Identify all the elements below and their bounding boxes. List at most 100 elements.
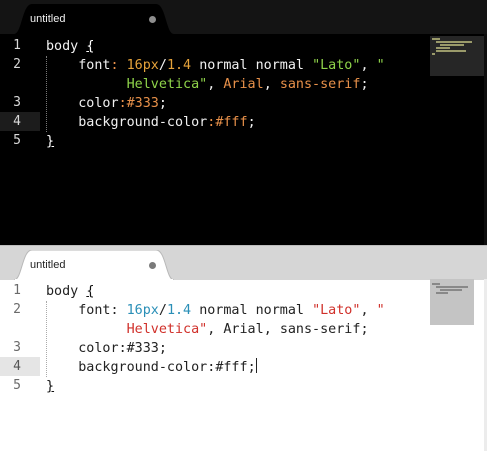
line-number: 1 xyxy=(13,283,21,298)
property-token: background-color xyxy=(78,115,208,130)
font-name-token: Arial xyxy=(223,322,264,337)
tab-untitled[interactable]: untitled xyxy=(14,250,174,280)
line-gutter: 1 2 3 4 5 xyxy=(0,279,40,451)
colon-token: : xyxy=(118,341,127,356)
hex-value-token: #fff xyxy=(215,115,248,130)
selector-token: body xyxy=(46,284,79,299)
comma-token: , xyxy=(263,77,272,92)
semicolon-token: ; xyxy=(158,341,167,356)
close-brace-token: } xyxy=(46,379,55,394)
comma-token: , xyxy=(263,322,272,337)
string-token: " xyxy=(376,58,385,73)
minimap-line xyxy=(436,41,472,43)
code-line-5: } xyxy=(46,377,54,396)
code-line-1: body { xyxy=(46,37,94,56)
string-token: Helvetica" xyxy=(126,322,208,337)
number-token: 1.4 xyxy=(166,303,192,318)
property-token: background-color xyxy=(78,360,208,375)
number-token: 16px xyxy=(126,58,159,73)
property-token: font xyxy=(78,303,111,318)
string-token: "Lato" xyxy=(312,303,361,318)
code-line-2-wrap: Helvetica", Arial, sans-serif; xyxy=(46,320,369,339)
slash-token: / xyxy=(158,58,167,73)
font-name-token: sans-serif xyxy=(279,77,361,92)
line-number: 4 xyxy=(13,114,21,129)
number-token: 16px xyxy=(126,303,159,318)
comma-token: , xyxy=(360,58,369,73)
unsaved-dot-icon[interactable] xyxy=(149,262,156,269)
open-brace-token: { xyxy=(86,39,95,54)
minimap-line xyxy=(440,44,464,46)
hex-value-token: #333 xyxy=(126,96,159,111)
editor-pane-dark: untitled 1 2 3 4 5 body { font: 16px/1.4… xyxy=(0,0,487,245)
tab-untitled[interactable]: untitled xyxy=(14,4,174,34)
string-token: " xyxy=(376,303,385,318)
text-caret xyxy=(255,358,257,373)
tab-bar: untitled xyxy=(0,0,487,34)
semicolon-token: ; xyxy=(158,96,167,111)
unsaved-dot-icon[interactable] xyxy=(149,16,156,23)
tab-label: untitled xyxy=(30,259,66,271)
minimap[interactable] xyxy=(430,279,484,451)
comma-token: , xyxy=(207,77,216,92)
line-number: 4 xyxy=(13,359,21,374)
number-token: 1.4 xyxy=(166,58,192,73)
line-number: 1 xyxy=(13,38,21,53)
close-brace-token: } xyxy=(46,134,55,149)
code-line-2-wrap: Helvetica", Arial, sans-serif; xyxy=(46,75,369,94)
font-name-token: sans-serif xyxy=(279,322,361,337)
code-line-4: background-color:#fff; xyxy=(46,358,257,377)
semicolon-token: ; xyxy=(247,115,256,130)
code-line-2: font: 16px/1.4 normal normal "Lato", " xyxy=(46,301,385,320)
minimap-line xyxy=(436,47,450,49)
keyword-token: normal xyxy=(255,58,304,73)
code-line-3: color:#333; xyxy=(46,339,167,358)
hex-value-token: #333 xyxy=(126,341,159,356)
code-line-1: body { xyxy=(46,282,94,301)
property-token: font xyxy=(78,58,111,73)
line-number: 5 xyxy=(13,133,21,148)
comma-token: , xyxy=(360,303,369,318)
minimap-line xyxy=(436,286,468,288)
code-editor[interactable]: 1 2 3 4 5 body { font: 16px/1.4 normal n… xyxy=(0,279,430,451)
string-token: Helvetica" xyxy=(126,77,208,92)
editor-pane-light: untitled 1 2 3 4 5 body { font: 16px/1.4… xyxy=(0,245,487,451)
code-line-4: background-color:#fff; xyxy=(46,113,256,132)
semicolon-token: ; xyxy=(247,360,256,375)
code-line-3: color:#333; xyxy=(46,94,167,113)
minimap-line xyxy=(432,283,440,285)
line-number: 5 xyxy=(13,378,21,393)
minimap-line xyxy=(436,50,466,52)
colon-token: : xyxy=(110,303,119,318)
colon-token: : xyxy=(110,58,119,73)
hex-value-token: #fff xyxy=(215,360,248,375)
minimap[interactable] xyxy=(430,34,484,245)
font-name-token: Arial xyxy=(223,77,264,92)
comma-token: , xyxy=(207,322,216,337)
code-line-5: } xyxy=(46,132,54,151)
minimap-line xyxy=(436,292,448,294)
line-number: 2 xyxy=(13,57,21,72)
slash-token: / xyxy=(158,303,167,318)
keyword-token: normal xyxy=(199,58,248,73)
keyword-token: normal xyxy=(199,303,248,318)
minimap-line xyxy=(432,38,440,40)
line-number: 3 xyxy=(13,95,21,110)
semicolon-token: ; xyxy=(360,77,369,92)
code-editor[interactable]: 1 2 3 4 5 body { font: 16px/1.4 normal n… xyxy=(0,34,430,245)
selector-token: body xyxy=(46,39,79,54)
minimap-line xyxy=(432,53,435,55)
colon-token: : xyxy=(118,96,127,111)
minimap-line xyxy=(440,289,462,291)
string-token: "Lato" xyxy=(312,58,361,73)
tab-bar: untitled xyxy=(0,245,487,280)
code-line-2: font: 16px/1.4 normal normal "Lato", " xyxy=(46,56,385,75)
keyword-token: normal xyxy=(255,303,304,318)
line-gutter: 1 2 3 4 5 xyxy=(0,34,40,245)
line-number: 3 xyxy=(13,340,21,355)
line-number: 2 xyxy=(13,302,21,317)
open-brace-token: { xyxy=(86,284,95,299)
semicolon-token: ; xyxy=(360,322,369,337)
property-token: color xyxy=(78,341,119,356)
property-token: color xyxy=(78,96,119,111)
